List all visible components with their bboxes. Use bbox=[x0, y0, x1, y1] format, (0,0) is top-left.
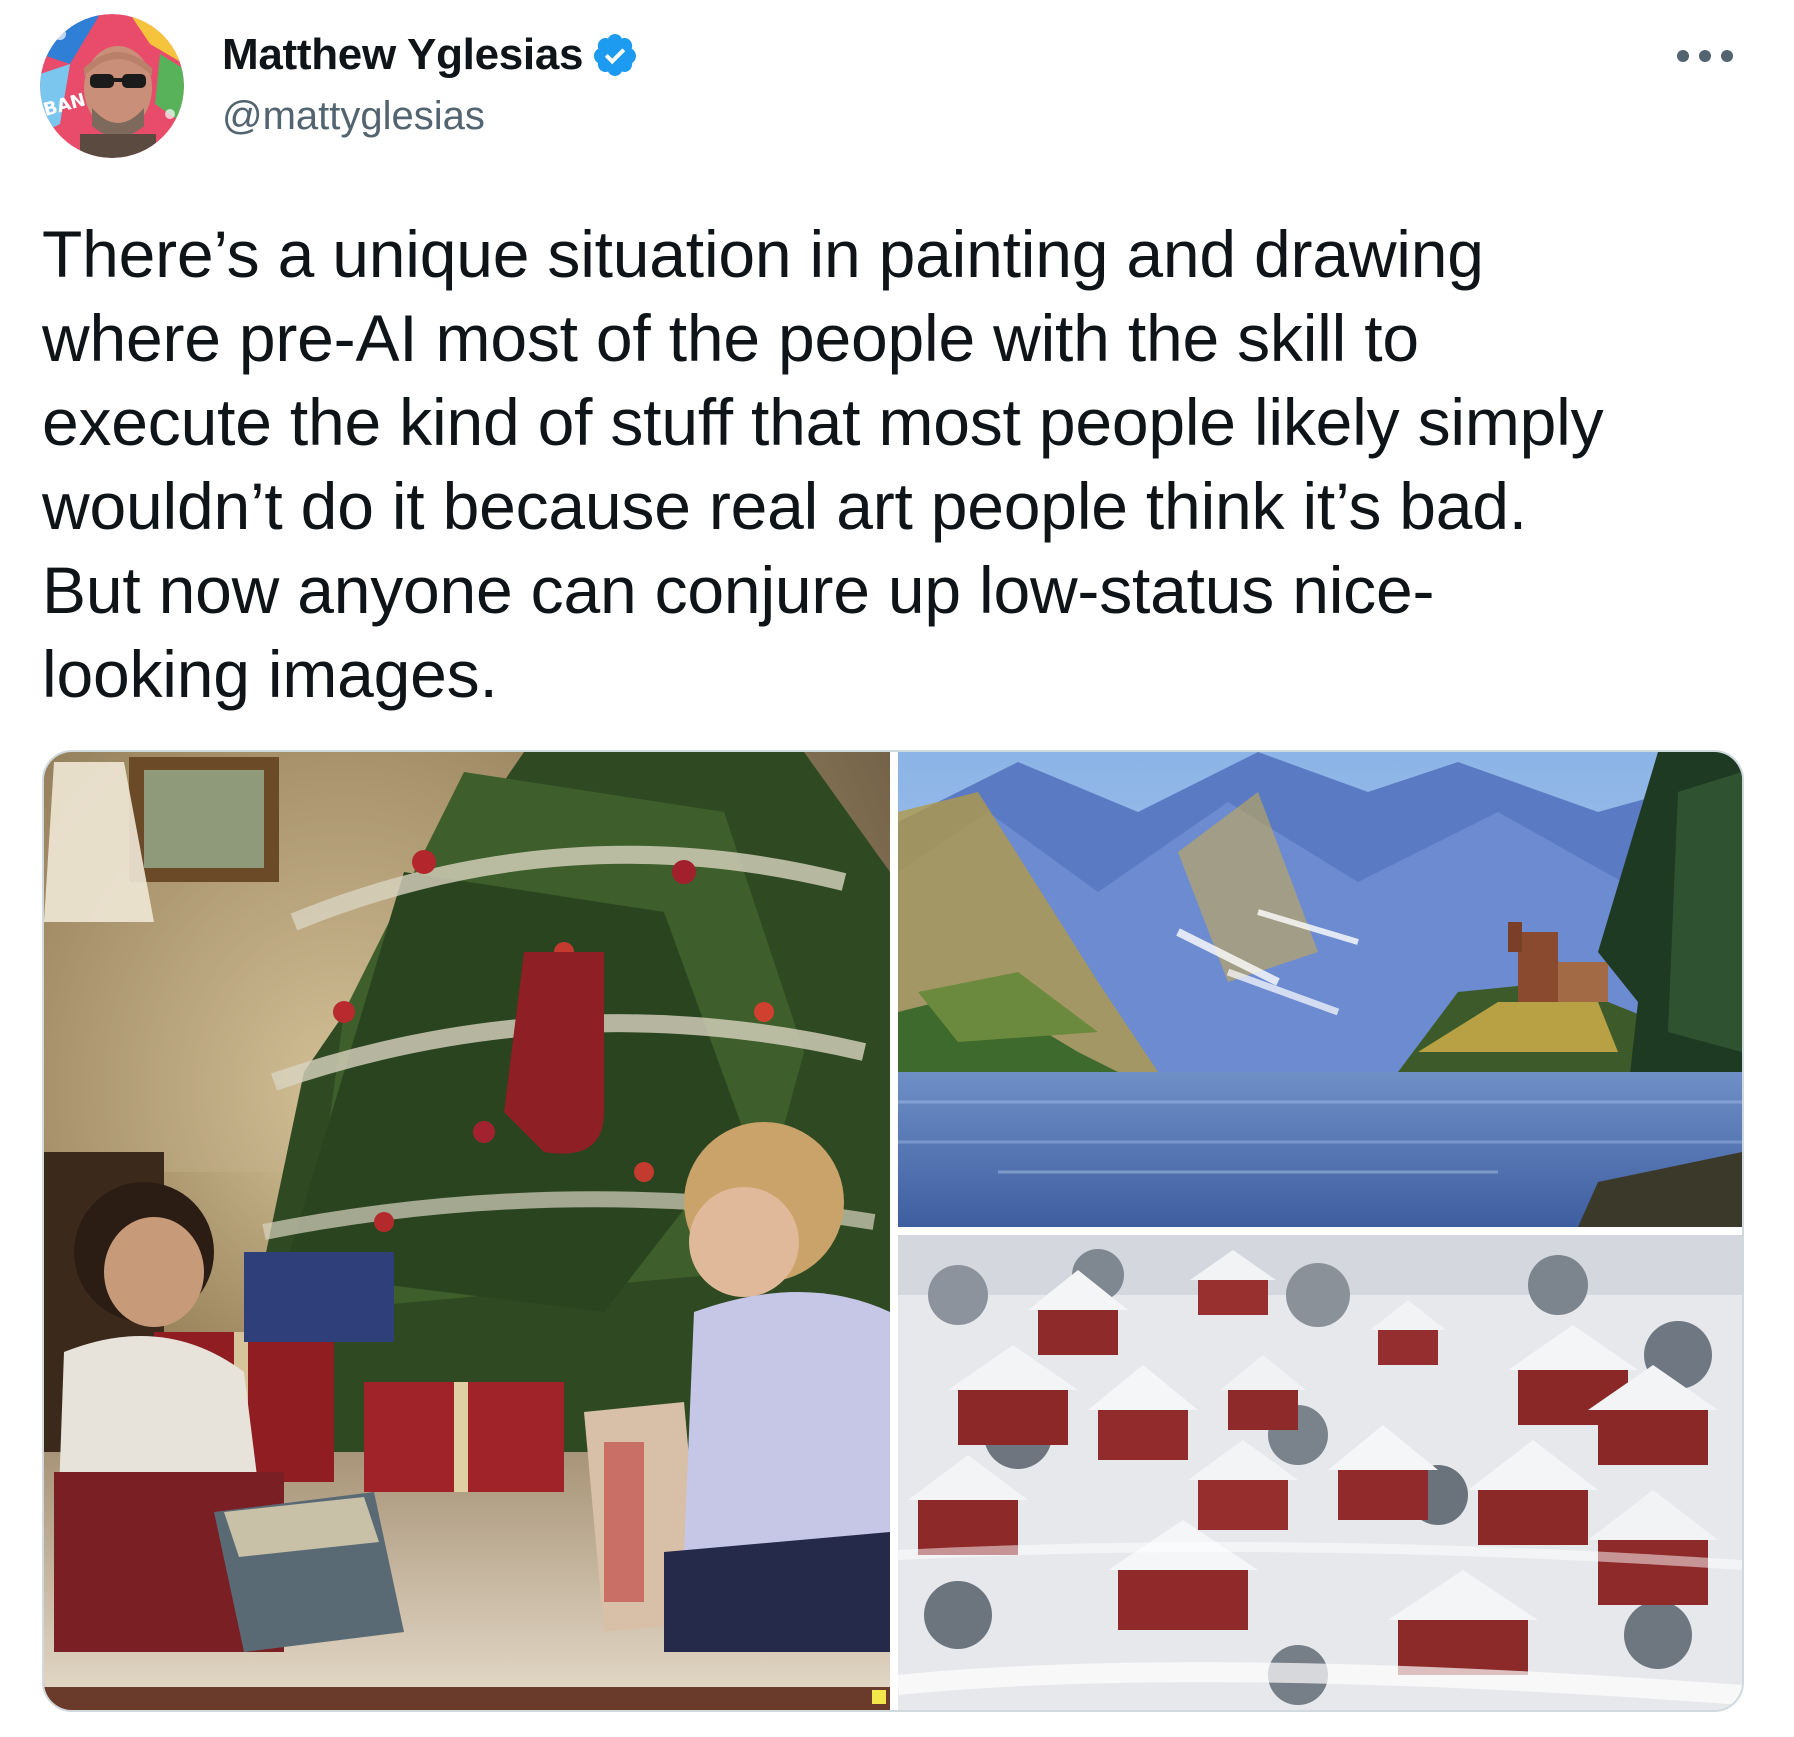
verified-badge-icon bbox=[594, 34, 637, 76]
author-avatar[interactable]: BAN bbox=[40, 14, 184, 158]
author-handle[interactable]: @mattyglesias bbox=[222, 94, 485, 139]
more-options-button[interactable] bbox=[1668, 38, 1742, 74]
tweet-text: There’s a unique situation in painting a… bbox=[42, 217, 1604, 711]
tweet-card: BAN Matthew Yglesias @mattyglesias There… bbox=[0, 0, 1794, 1737]
more-horizontal-icon bbox=[1677, 50, 1733, 62]
media-grid bbox=[42, 750, 1744, 1712]
author-name-row: Matthew Yglesias bbox=[222, 30, 639, 80]
mountain-lake-image[interactable] bbox=[898, 752, 1742, 1227]
avatar-image: BAN bbox=[40, 14, 184, 158]
christmas-painting-image[interactable] bbox=[44, 752, 890, 1710]
author-display-name[interactable]: Matthew Yglesias bbox=[222, 30, 583, 80]
snowy-village-image[interactable] bbox=[898, 1235, 1742, 1710]
